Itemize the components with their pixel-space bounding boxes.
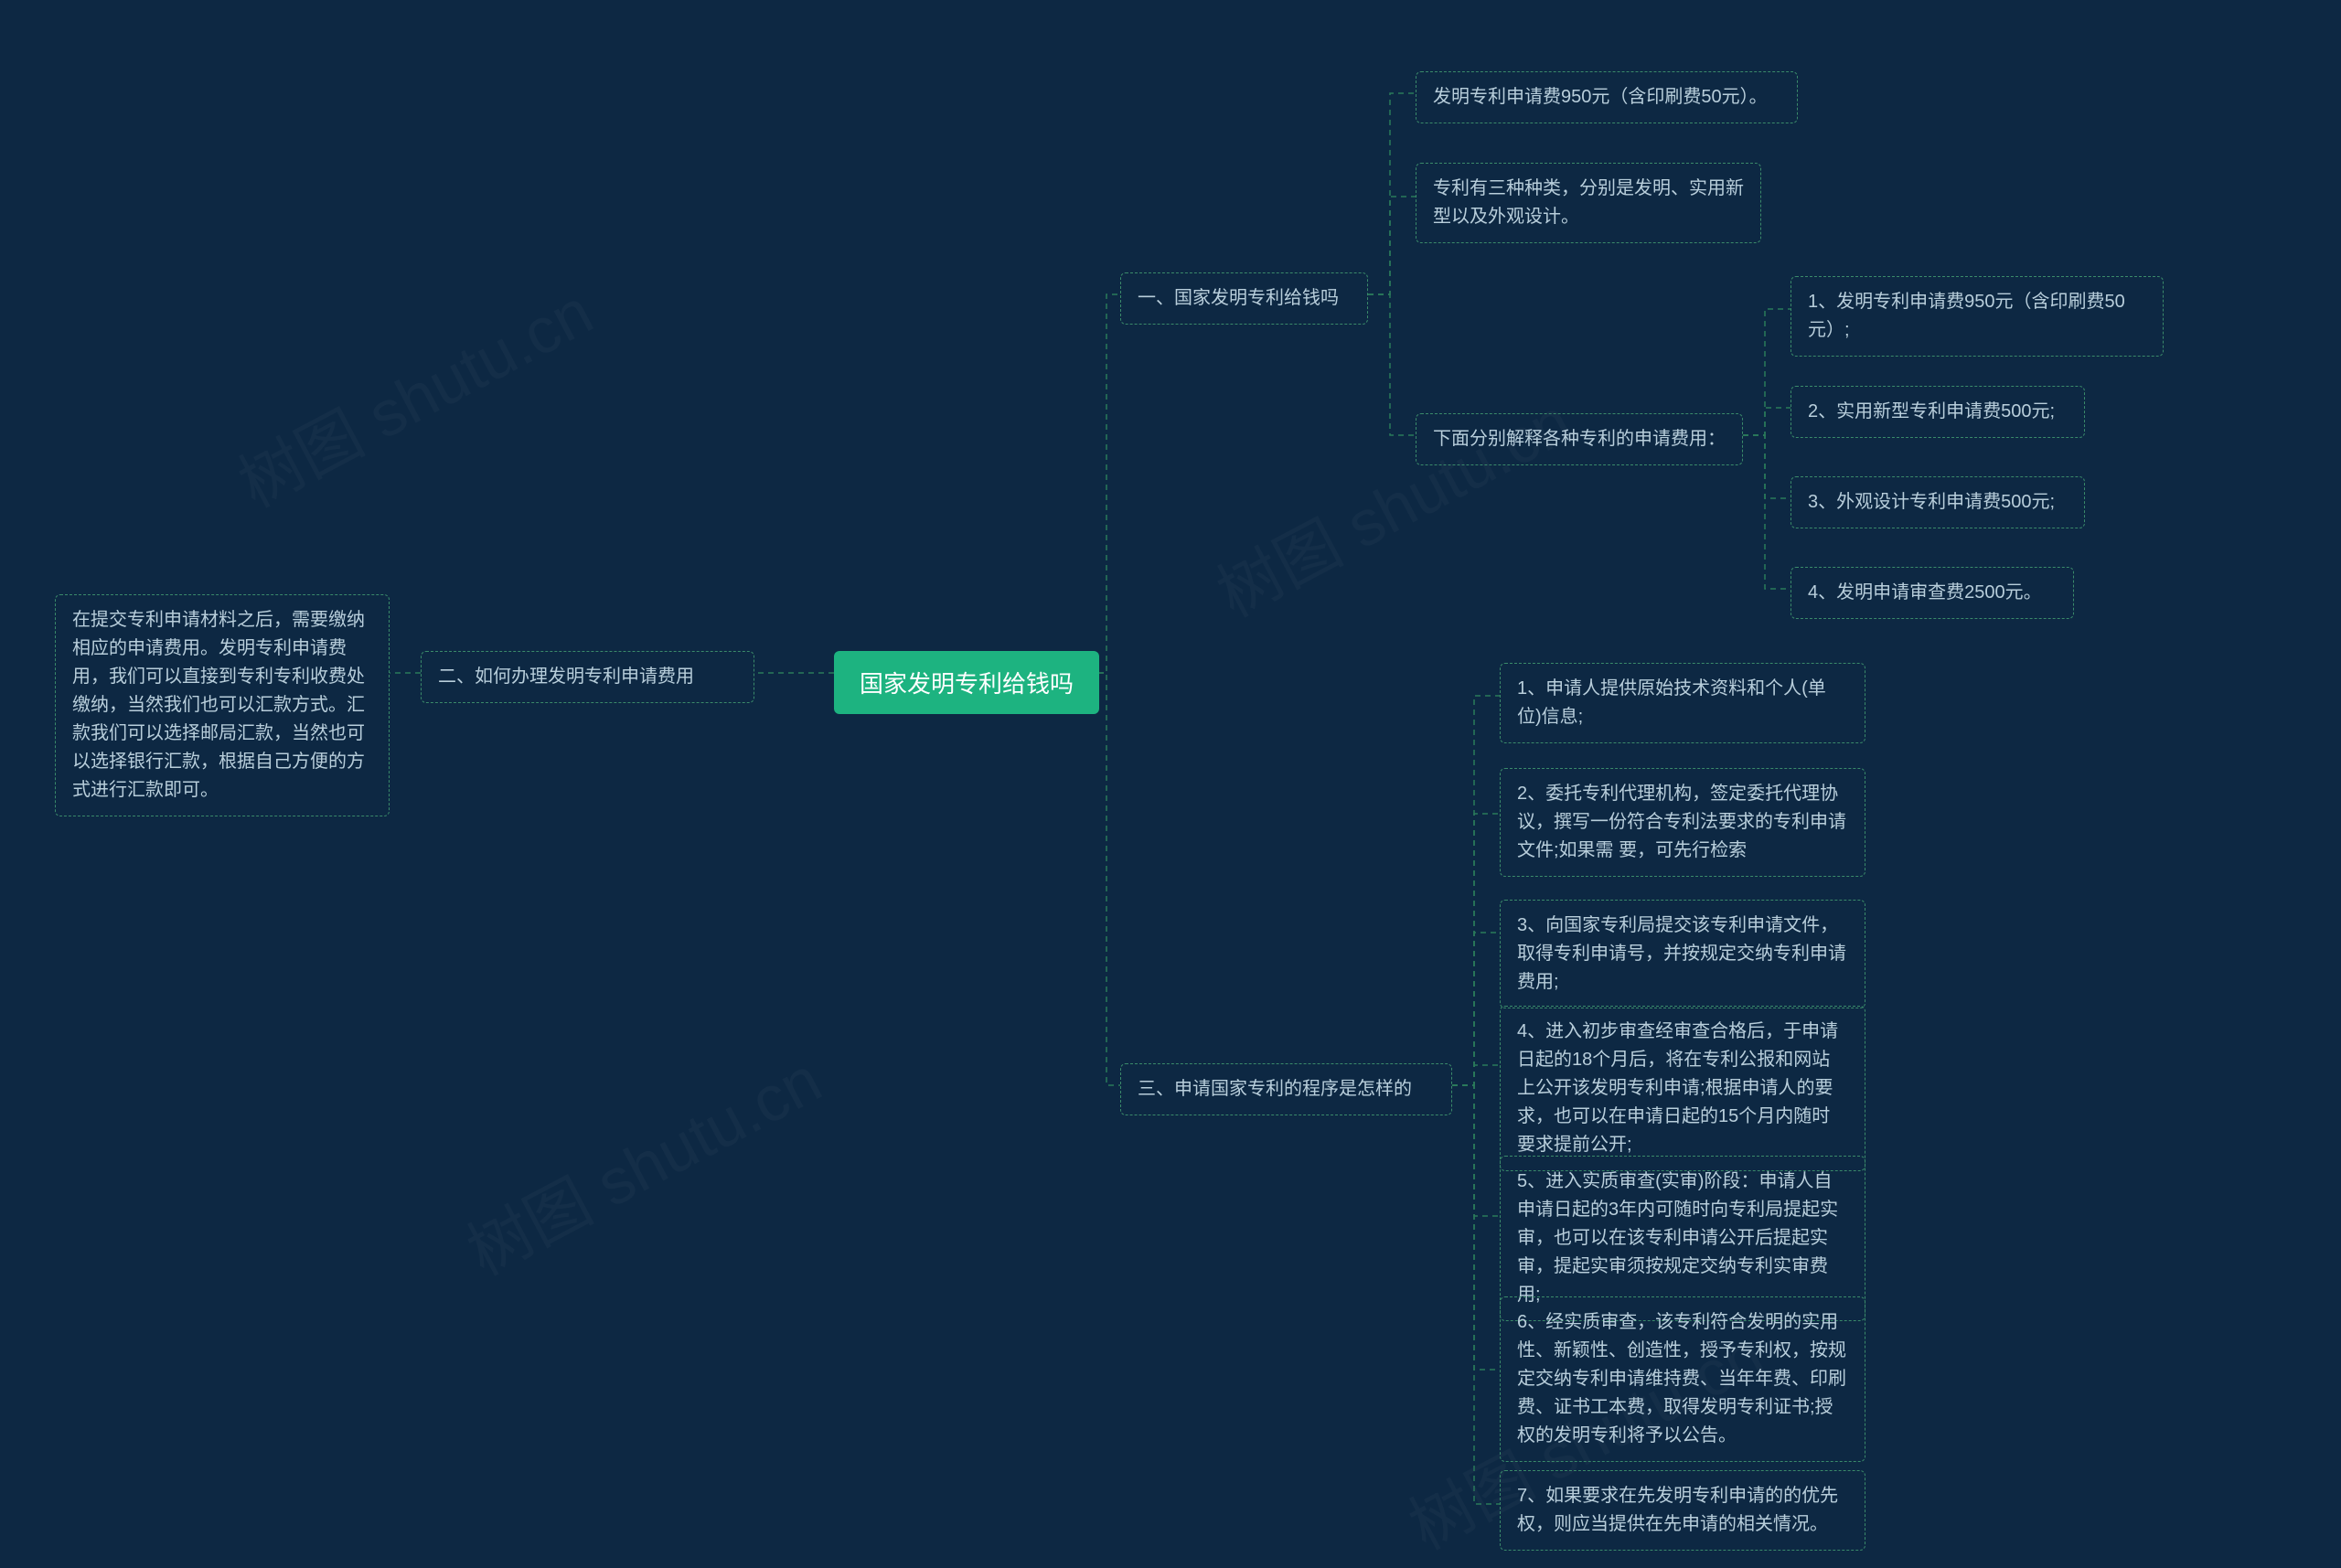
branch3-item-6[interactable]: 7、如果要求在先发明专利申请的的优先权，则应当提供在先申请的相关情况。 [1500, 1470, 1865, 1551]
branch3-item-0[interactable]: 1、申请人提供原始技术资料和个人(单位)信息; [1500, 663, 1865, 743]
branch1-title[interactable]: 一、国家发明专利给钱吗 [1120, 272, 1368, 325]
branch1-sub-item-2[interactable]: 3、外观设计专利申请费500元; [1790, 476, 2085, 528]
branch1-sub-item-3[interactable]: 4、发明申请审查费2500元。 [1790, 567, 2074, 619]
branch1-sub-title[interactable]: 下面分别解释各种专利的申请费用： [1416, 413, 1743, 465]
watermark: 树图 shutu.cn [220, 261, 606, 525]
branch3-item-5[interactable]: 6、经实质审查，该专利符合发明的实用性、新颖性、创造性，授予专利权，按规定交纳专… [1500, 1296, 1865, 1462]
branch3-item-3[interactable]: 4、进入初步审查经审查合格后，于申请日起的18个月后，将在专利公报和网站上公开该… [1500, 1006, 1865, 1171]
root-node[interactable]: 国家发明专利给钱吗 [834, 651, 1099, 714]
branch3-title[interactable]: 三、申请国家专利的程序是怎样的 [1120, 1063, 1452, 1115]
branch1-sub-item-1[interactable]: 2、实用新型专利申请费500元; [1790, 386, 2085, 438]
branch1-item-0[interactable]: 发明专利申请费950元（含印刷费50元）。 [1416, 71, 1798, 123]
branch1-sub-item-0[interactable]: 1、发明专利申请费950元（含印刷费50元）; [1790, 276, 2164, 357]
watermark: 树图 shutu.cn [1199, 371, 1585, 635]
branch1-item-1[interactable]: 专利有三种种类，分别是发明、实用新型以及外观设计。 [1416, 163, 1761, 243]
branch-left-title[interactable]: 二、如何办理发明专利申请费用 [421, 651, 754, 703]
branch3-item-1[interactable]: 2、委托专利代理机构，签定委托代理协议，撰写一份符合专利法要求的专利申请文件;如… [1500, 768, 1865, 877]
watermark: 树图 shutu.cn [449, 1029, 835, 1293]
mindmap-canvas: 树图 shutu.cn 树图 shutu.cn 树图 shutu.cn 树图 s… [0, 0, 2341, 1561]
branch3-item-2[interactable]: 3、向国家专利局提交该专利申请文件，取得专利申请号，并按规定交纳专利申请费用; [1500, 900, 1865, 1008]
branch-left-detail[interactable]: 在提交专利申请材料之后，需要缴纳相应的申请费用。发明专利申请费用，我们可以直接到… [55, 594, 390, 816]
